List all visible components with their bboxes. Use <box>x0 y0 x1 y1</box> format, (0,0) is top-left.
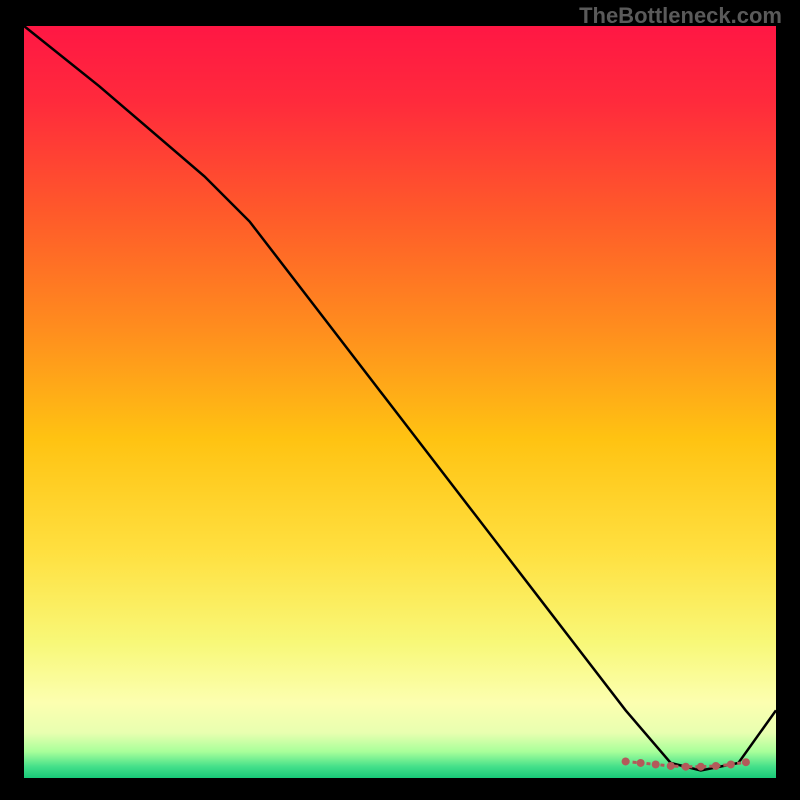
chart-plot-area <box>24 26 776 778</box>
watermark-text: TheBottleneck.com <box>579 3 782 29</box>
data-marker <box>727 760 735 768</box>
chart-svg <box>24 26 776 778</box>
data-marker <box>682 763 690 771</box>
gradient-background <box>24 26 776 778</box>
data-marker <box>742 758 750 766</box>
data-marker <box>637 759 645 767</box>
data-marker <box>652 760 660 768</box>
data-marker <box>667 762 675 770</box>
data-marker <box>622 757 630 765</box>
data-marker <box>712 762 720 770</box>
data-marker <box>697 763 705 771</box>
